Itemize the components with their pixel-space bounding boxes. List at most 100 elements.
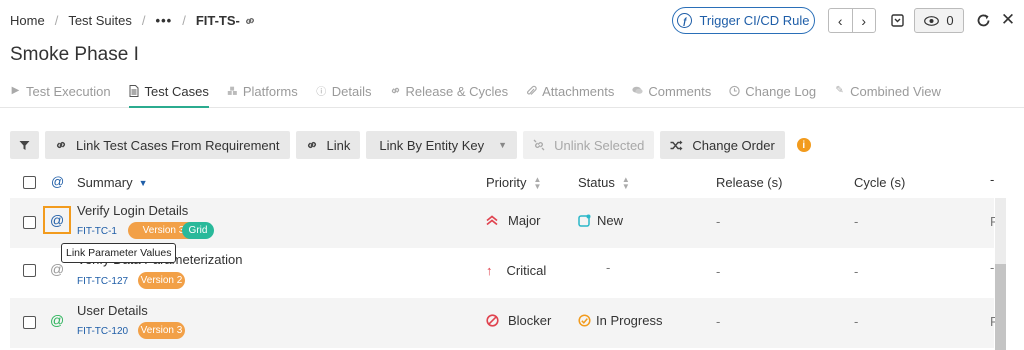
breadcrumb-separator: / [141,13,146,28]
table-row[interactable]: @ Verify Login Details FIT-TC-1 Version … [10,198,998,248]
link-icon [390,85,401,96]
tab-test-cases[interactable]: Test Cases [128,76,209,108]
filter-button[interactable] [10,131,39,159]
unlink-selected-button[interactable]: Unlink Selected [523,131,655,159]
breadcrumb-test-suites[interactable]: Test Suites [68,13,132,28]
cycle-column-header: Cycle (s) [854,175,906,190]
top-bar: Home / Test Suites / ••• / FIT-TS- ƒ Tri… [0,0,1024,40]
new-status-icon [578,214,591,227]
in-progress-icon [578,314,591,327]
priority-cell: ↑ Critical [486,263,546,278]
link-icon [55,139,67,151]
button-label: Link [326,137,351,153]
tab-combined-view[interactable]: ✎ Combined View [834,76,941,108]
tab-test-execution[interactable]: ▶ Test Execution [10,76,111,108]
tab-bar: ▶ Test Execution Test Cases Platforms ⓘ … [0,76,1024,108]
test-case-id[interactable]: FIT-TC-1 [77,226,117,237]
chevron-right-icon[interactable]: › [853,9,876,32]
filter-icon [19,140,30,150]
comments-icon [632,85,643,96]
button-label: Link By Entity Key [379,137,485,153]
link-parameter-at-icon[interactable]: @ [50,261,64,277]
tab-label: Test Cases [144,84,209,99]
breadcrumb-more[interactable]: ••• [156,13,173,28]
link-from-requirement-button[interactable]: Link Test Cases From Requirement [45,131,290,159]
status-column-header[interactable]: Status ▲ ▼ [578,175,630,190]
scrollbar-thumb[interactable] [995,264,1006,350]
release-cell: - [716,314,721,329]
sort-desc-icon: ▼ [138,177,148,188]
extra-column-header: - [990,172,995,187]
save-icon[interactable] [886,9,908,31]
tab-platforms[interactable]: Platforms [227,76,298,108]
breadcrumb-separator: / [54,13,59,28]
tab-change-log[interactable]: Change Log [729,76,816,108]
tab-comments[interactable]: Comments [632,76,711,108]
tab-details[interactable]: ⓘ Details [316,76,372,108]
refresh-icon[interactable] [973,10,993,30]
cycle-cell: - [854,314,859,329]
status-cell: - [606,260,611,275]
priority-cell: Major [486,213,541,228]
row-checkbox[interactable] [23,264,36,277]
breadcrumb-home[interactable]: Home [10,13,45,28]
at-column-header: @ [51,174,65,189]
close-icon[interactable]: ✕ [998,10,1018,30]
status-label: In Progress [596,313,663,328]
table-header: @ Summary ▼ Priority ▲ ▼ Status ▲ ▼ Releas… [10,166,1010,198]
priority-cell: Blocker [486,313,551,328]
cycle-cell: - [854,214,859,229]
priority-label: Critical [506,263,547,278]
link-parameter-at-icon[interactable]: @ [50,312,64,328]
table-row[interactable]: @ User Details FIT-TC-120 Version 3 Bloc… [10,298,998,348]
change-order-button[interactable]: Change Order [660,131,785,159]
extra-cell: - [990,260,995,275]
breadcrumb-separator: / [182,13,186,28]
eye-icon [924,15,940,26]
status-cell: New [578,213,623,228]
tab-release-cycles[interactable]: Release & Cycles [390,76,509,108]
priority-column-header[interactable]: Priority ▲ ▼ [486,175,541,190]
row-checkbox[interactable] [23,216,36,229]
tab-label: Details [331,84,372,99]
toolbar: Link Test Cases From Requirement Link Li… [10,131,811,159]
unlink-icon [533,139,545,151]
chevron-left-icon[interactable]: ‹ [829,9,853,32]
info-icon[interactable]: i [796,138,811,152]
release-cell: - [716,264,721,279]
row-checkbox[interactable] [23,316,36,329]
hover-highlight [43,206,71,234]
paperclip-icon [526,85,537,96]
play-circle-icon: ▶ [11,85,20,96]
test-case-id[interactable]: FIT-TC-120 [77,326,128,337]
breadcrumb-current: FIT-TS- [195,13,240,28]
watch-button[interactable]: 0 [914,8,964,33]
sort-icon: ▲ ▼ [533,174,542,191]
test-case-title[interactable]: User Details [77,303,148,318]
page-title: Smoke Phase I [10,44,139,65]
tab-label: Change Log [745,84,817,99]
test-case-title[interactable]: Verify Login Details [77,203,188,218]
trigger-ci-cd-rule-button[interactable]: ƒ Trigger CI/CD Rule [672,7,815,34]
link-icon[interactable] [244,15,256,27]
header-label: Summary [77,175,133,190]
tab-label: Test Execution [26,84,111,99]
tab-label: Release & Cycles [405,84,509,99]
cycle-cell: - [854,264,859,279]
select-all-checkbox[interactable] [23,176,36,189]
header-label: Priority [486,175,527,190]
prev-next-group: ‹ › [828,8,876,33]
status-cell: In Progress [578,313,662,328]
chevron-down-icon: ▼ [498,140,508,150]
grid-badge: Grid [182,222,214,239]
link-button[interactable]: Link [295,131,361,159]
tab-label: Combined View [850,84,941,99]
status-label: New [597,213,624,228]
tab-attachments[interactable]: Attachments [526,76,614,108]
test-case-id[interactable]: FIT-TC-127 [77,276,128,287]
sort-icon: ▲ ▼ [621,174,630,191]
button-label: Unlink Selected [554,137,645,153]
watch-count: 0 [946,13,954,28]
link-by-entity-key-dropdown[interactable]: Link By Entity Key ▼ [366,131,518,159]
summary-column-header[interactable]: Summary ▼ [77,175,148,190]
